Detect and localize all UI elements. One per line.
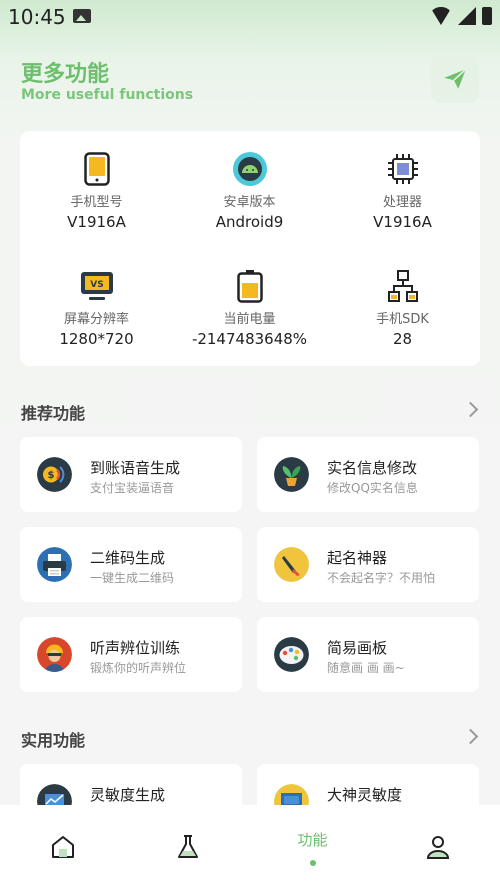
feature-title: 灵敏度生成 xyxy=(90,786,166,804)
info-value: 1280*720 xyxy=(59,330,134,348)
feature-subtitle: 随意画 画 画~ xyxy=(327,661,405,675)
feature-card-name-generator[interactable]: 起名神器 不会起名字？不用怕 xyxy=(257,527,479,602)
feature-title: 起名神器 xyxy=(327,549,388,567)
battery-status-icon xyxy=(482,7,492,25)
feature-card-qrcode[interactable]: 二维码生成 一键生成二维码 xyxy=(20,527,242,602)
network-icon xyxy=(326,268,479,304)
flask-icon xyxy=(177,835,198,858)
info-value: Android9 xyxy=(215,213,284,231)
svg-text:$: $ xyxy=(48,470,55,481)
info-value: V1916A xyxy=(67,213,126,231)
signal-icon xyxy=(458,7,476,25)
status-bar: 10:45 xyxy=(0,0,500,34)
feature-title: 简易画板 xyxy=(327,639,388,657)
feature-title: 大神灵敏度 xyxy=(327,786,403,804)
user-icon xyxy=(426,836,449,859)
feature-subtitle: 一键生成二维码 xyxy=(90,571,175,585)
info-label: 手机SDK xyxy=(376,312,429,327)
feature-card-payment-voice[interactable]: $ 到账语音生成 支付宝装逼语音 xyxy=(20,437,242,512)
feature-subtitle: 支付宝装逼语音 xyxy=(90,481,175,495)
feature-title: 到账语音生成 xyxy=(90,459,181,477)
status-icons xyxy=(430,7,492,25)
info-label: 安卓版本 xyxy=(223,195,276,210)
page-title: 更多功能 xyxy=(21,62,110,87)
android-icon xyxy=(173,151,326,187)
page-subtitle: More useful functions xyxy=(21,87,194,103)
phone-icon xyxy=(20,151,173,187)
pen-icon xyxy=(274,547,309,582)
chevron-right-icon[interactable] xyxy=(462,728,479,745)
send-button[interactable] xyxy=(431,55,479,103)
feature-subtitle: 不会起名字？不用怕 xyxy=(327,571,436,585)
plant-icon xyxy=(274,457,309,492)
section-title-practical: 实用功能 xyxy=(21,731,86,750)
info-phone-model: 手机型号 V1916A xyxy=(20,151,173,231)
info-battery-level: 当前电量 -2147483648% xyxy=(173,268,326,348)
nav-profile[interactable] xyxy=(375,805,500,889)
cpu-icon xyxy=(326,151,479,187)
nav-lab[interactable] xyxy=(125,805,250,889)
info-label: 处理器 xyxy=(382,195,422,210)
paper-plane-icon xyxy=(444,68,467,89)
image-notification-icon xyxy=(73,9,91,23)
info-phone-sdk: 手机SDK 28 xyxy=(326,268,479,348)
feature-card-realname-edit[interactable]: 实名信息修改 修改QQ实名信息 xyxy=(257,437,479,512)
printer-icon xyxy=(37,547,72,582)
device-info-card: 手机型号 V1916A 安卓版本 Android9 处理器 V1916A VS … xyxy=(20,131,480,366)
active-indicator xyxy=(309,859,316,866)
info-value: V1916A xyxy=(373,213,432,231)
info-value: -2147483648% xyxy=(191,330,308,348)
bottom-navigation: 功能 xyxy=(0,805,500,889)
payment-voice-icon: $ xyxy=(37,457,72,492)
info-screen-resolution: VS 屏幕分辨率 1280*720 xyxy=(20,268,173,348)
wifi-icon xyxy=(430,7,452,25)
feature-subtitle: 锻炼你的听声辨位 xyxy=(90,661,187,675)
nav-functions[interactable]: 功能 xyxy=(250,805,375,889)
home-icon xyxy=(51,836,74,858)
info-label: 手机型号 xyxy=(70,195,123,210)
feature-subtitle: 修改QQ实名信息 xyxy=(327,481,418,495)
status-time: 10:45 xyxy=(8,5,66,29)
feature-card-sound-training[interactable]: 听声辨位训练 锻炼你的听声辨位 xyxy=(20,617,242,692)
feature-card-drawing-board[interactable]: 简易画板 随意画 画 画~ xyxy=(257,617,479,692)
nav-home[interactable] xyxy=(0,805,125,889)
soldier-icon xyxy=(37,637,72,672)
svg-text:VS: VS xyxy=(90,280,103,290)
info-processor: 处理器 V1916A xyxy=(326,151,479,231)
info-value: 28 xyxy=(392,330,413,348)
info-label: 当前电量 xyxy=(223,312,276,327)
monitor-icon: VS xyxy=(20,268,173,304)
nav-functions-label: 功能 xyxy=(297,830,328,849)
feature-title: 实名信息修改 xyxy=(327,459,418,477)
section-title-recommended: 推荐功能 xyxy=(21,404,86,423)
battery-icon xyxy=(173,268,326,304)
feature-title: 二维码生成 xyxy=(90,549,166,567)
palette-icon xyxy=(274,637,309,672)
chevron-right-icon[interactable] xyxy=(462,401,479,418)
info-label: 屏幕分辨率 xyxy=(63,312,129,327)
feature-title: 听声辨位训练 xyxy=(90,639,181,657)
info-android-version: 安卓版本 Android9 xyxy=(173,151,326,231)
